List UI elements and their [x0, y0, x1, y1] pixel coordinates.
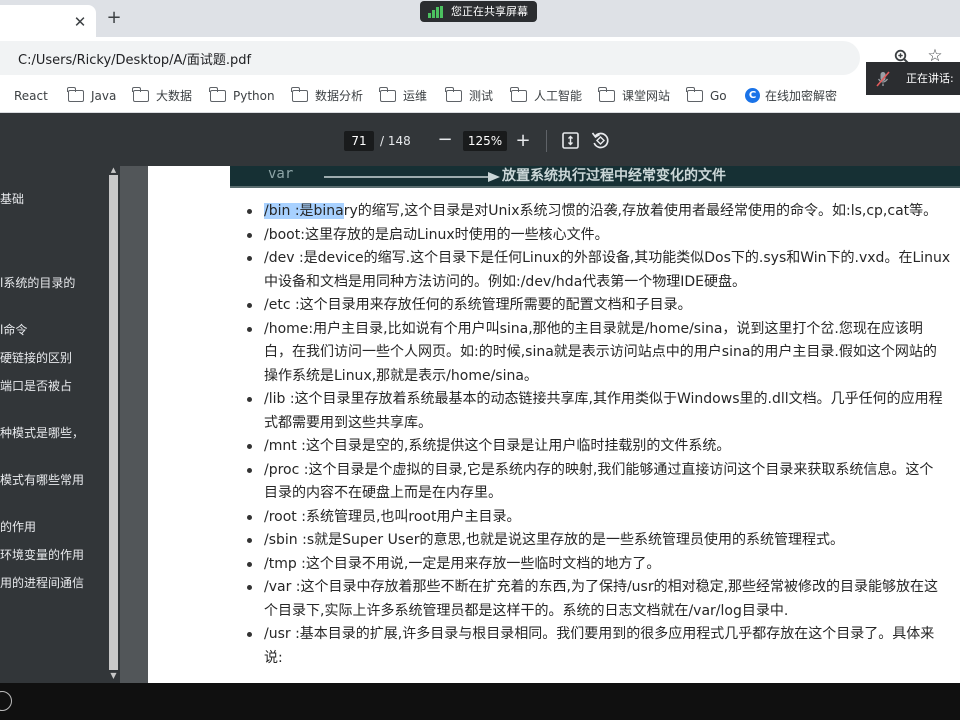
zoom-out-button[interactable]: −: [436, 131, 454, 151]
banner-dir-label: var: [268, 166, 294, 182]
folder-icon: [67, 86, 84, 102]
folder-icon: [598, 86, 615, 102]
pdf-page: var 放置系统执行过程中经常变化的文件 /bin :是binary的缩写,这个…: [148, 166, 960, 683]
folder-icon: [291, 86, 308, 102]
scroll-down-arrow-icon[interactable]: ▼: [109, 671, 118, 680]
bookmark-data-analysis[interactable]: 数据分析: [291, 86, 363, 105]
folder-icon: [510, 86, 527, 102]
bookmark-crypto[interactable]: C 在线加密解密: [745, 87, 837, 105]
folder-icon: [445, 86, 462, 102]
folder-icon: [379, 86, 396, 102]
c-logo-icon: C: [745, 88, 760, 103]
screen-share-indicator[interactable]: 您正在共享屏幕: [420, 1, 537, 22]
outline-item[interactable]: 基础: [0, 191, 100, 207]
scroll-up-arrow-icon[interactable]: ▲: [109, 167, 118, 174]
list-item: /sbin :s就是Super User的意思,也就是说这里存放的是一些系统管理…: [246, 529, 960, 553]
bookmark-class-site[interactable]: 课堂网站: [598, 86, 670, 105]
outline-item[interactable]: l系统的目录的: [0, 275, 100, 291]
bookmarks-bar: React Java 大数据 Python 数据分析 运维 测试 人工智能 课堂…: [0, 79, 960, 113]
outline-item[interactable]: 端口是否被占: [0, 378, 100, 394]
outline-item[interactable]: 硬链接的区别: [0, 350, 100, 366]
outline-item[interactable]: l命令: [0, 322, 100, 338]
outline-item[interactable]: 环境变量的作用: [0, 547, 100, 563]
pdf-toolbar: 71 / 148 − 125% +: [0, 113, 960, 166]
list-item: /mnt :这个目录是空的,系统提供这个目录是让用户临时挂载别的文件系统。: [246, 435, 960, 459]
outline-sidebar: 基础 l系统的目录的 l命令 硬链接的区别 端口是否被占 种模式是哪些， 模式有…: [0, 166, 107, 683]
banner-underline: [230, 186, 960, 188]
directory-list: /bin :是binary的缩写,这个目录是对Unix系统习惯的沿袭,存放着使用…: [246, 200, 960, 670]
page-number-input[interactable]: 71: [344, 131, 374, 151]
bookmark-go[interactable]: Go: [686, 86, 727, 105]
outline-item[interactable]: 种模式是哪些，: [0, 425, 100, 441]
browser-toolbar: C:/Users/Ricky/Desktop/A/面试题.pdf ☆: [0, 37, 960, 79]
bookmark-ai[interactable]: 人工智能: [510, 86, 582, 105]
list-item: /etc :这个目录用来存放任何的系统管理所需要的配置文档和子目录。: [246, 294, 960, 318]
list-item: /root :系统管理员,也叫root用户主目录。: [246, 506, 960, 530]
taskbar: [0, 683, 960, 720]
outline-item[interactable]: 用的进程间通信: [0, 575, 100, 591]
banner-description: 放置系统执行过程中经常变化的文件: [502, 168, 726, 184]
list-item: /proc :这个目录是个虚拟的目录,它是系统内存的映射,我们能够通过直接访问这…: [246, 459, 960, 506]
browser-tab[interactable]: ✕: [0, 5, 96, 37]
list-item: /tmp :这个目录不用说,一定是用来存放一些临时文档的地方了。: [246, 553, 960, 577]
bookmark-ops[interactable]: 运维: [379, 86, 427, 105]
sidebar-scrollbar[interactable]: ▲ ▼: [107, 166, 120, 683]
new-tab-button[interactable]: +: [104, 9, 124, 29]
microphone-muted-icon: [876, 71, 890, 87]
list-item: /dev :是device的缩写.这个目录下是任何Linux的外部设备,其功能类…: [246, 247, 960, 294]
rotate-icon[interactable]: [591, 131, 610, 150]
folder-icon: [686, 86, 703, 102]
list-item: /var :这个目录中存放着那些不断在扩充着的东西,为了保持/usr的相对稳定,…: [246, 576, 960, 623]
folder-icon: [209, 86, 226, 102]
bookmark-bigdata[interactable]: 大数据: [132, 86, 192, 105]
bookmark-testing[interactable]: 测试: [445, 86, 493, 105]
start-icon[interactable]: [0, 691, 12, 711]
fit-to-page-icon[interactable]: [562, 132, 579, 149]
outline-item[interactable]: 的作用: [0, 519, 100, 535]
screen-share-label: 您正在共享屏幕: [451, 5, 528, 18]
scrollbar-thumb[interactable]: [109, 175, 118, 670]
signal-bars-icon: [428, 6, 444, 18]
address-bar[interactable]: C:/Users/Ricky/Desktop/A/面试题.pdf: [0, 41, 860, 75]
list-item: /lib :这个目录里存放着系统最基本的动态链接共享库,其作用类似于Window…: [246, 388, 960, 435]
close-icon[interactable]: ✕: [72, 14, 88, 30]
outline-item[interactable]: 模式有哪些常用: [0, 472, 100, 488]
selected-text[interactable]: /bin :是bina: [264, 203, 344, 219]
directory-banner: var 放置系统执行过程中经常变化的文件: [230, 166, 960, 186]
list-item: /home:用户主目录,比如说有个用户叫sina,那他的主目录就是/home/s…: [246, 318, 960, 389]
zoom-in-button[interactable]: +: [514, 131, 532, 151]
address-text[interactable]: C:/Users/Ricky/Desktop/A/面试题.pdf: [18, 49, 251, 68]
page-total: / 148: [380, 134, 411, 148]
speaking-indicator: 正在讲话:: [866, 62, 960, 95]
list-item: /bin :是binary的缩写,这个目录是对Unix系统习惯的沿袭,存放着使用…: [246, 200, 960, 224]
list-item: /usr :基本目录的扩展,许多目录与根目录相同。我们要用到的很多应用程式几乎都…: [246, 623, 960, 670]
zoom-level-input[interactable]: 125%: [463, 131, 507, 151]
toolbar-divider: [546, 130, 547, 152]
bookmark-python[interactable]: Python: [209, 86, 275, 105]
speaking-label: 正在讲话:: [906, 72, 954, 85]
bookmark-java[interactable]: Java: [67, 86, 116, 105]
folder-icon: [132, 86, 149, 102]
bookmark-react[interactable]: React: [4, 87, 48, 105]
list-item: /boot:这里存放的是启动Linux时使用的一些核心文件。: [246, 224, 960, 248]
